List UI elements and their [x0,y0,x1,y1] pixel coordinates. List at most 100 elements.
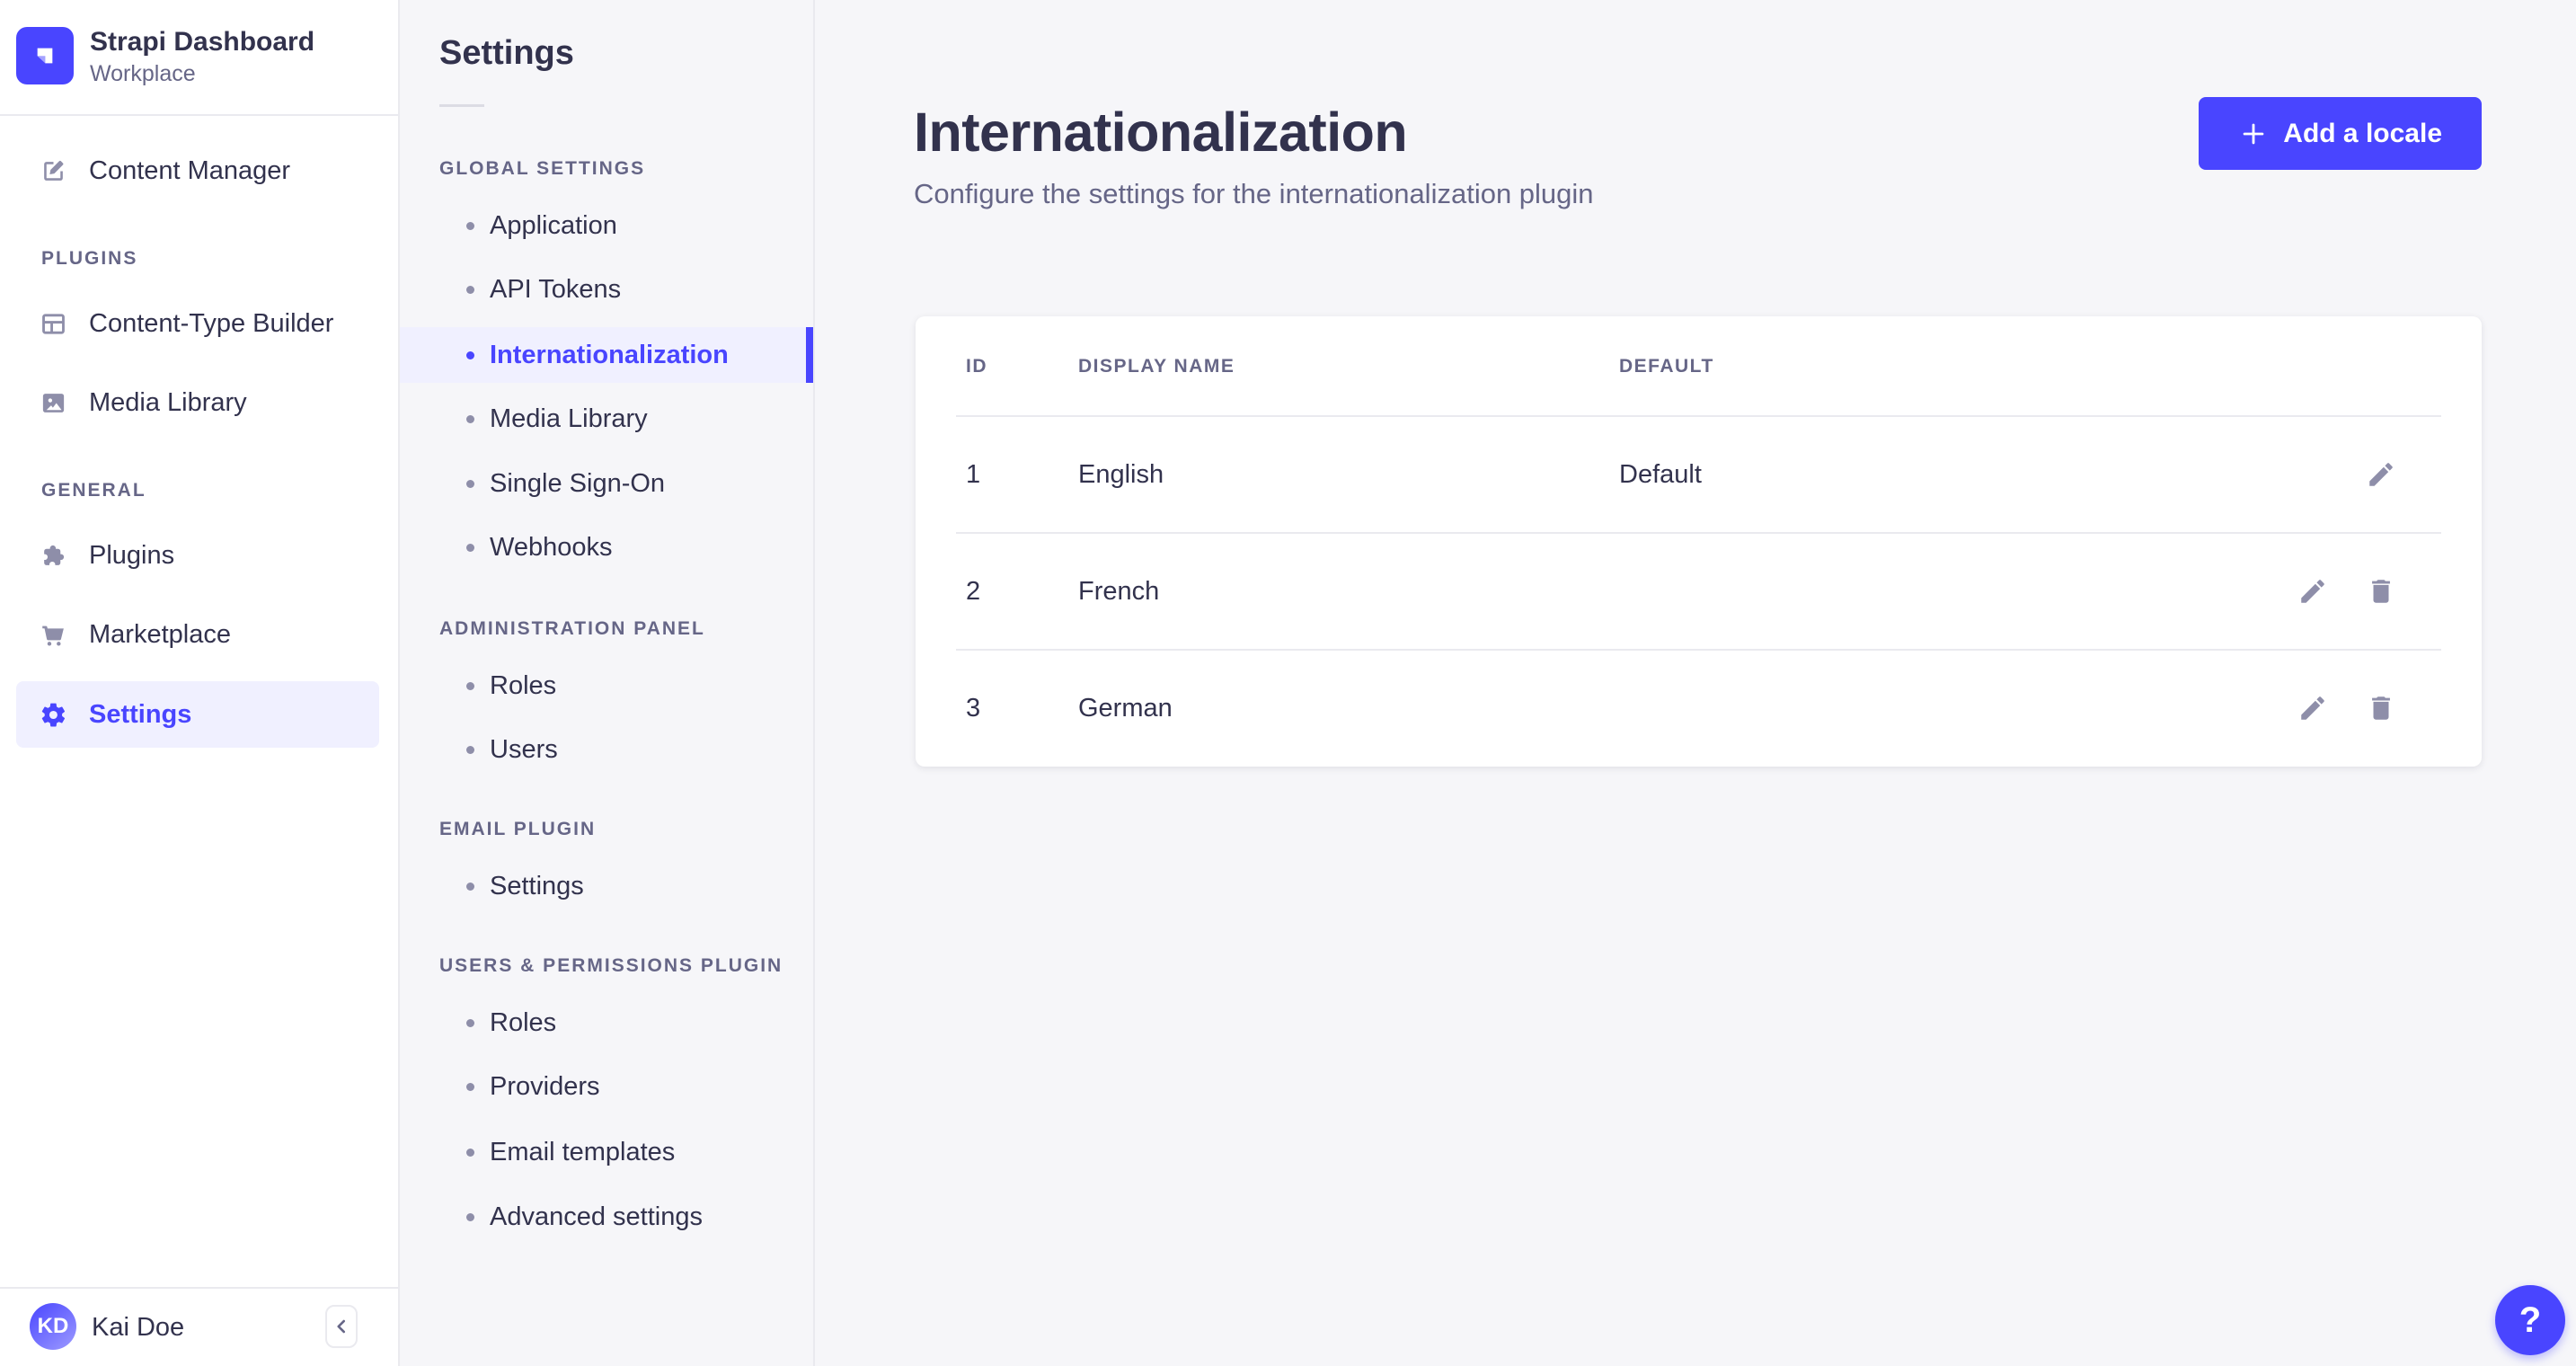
bullet-icon [466,414,474,423]
sidebar-item-label: Content Manager [89,155,291,185]
workspace-subtitle: Workplace [90,61,196,86]
add-locale-button[interactable]: Add a locale [2199,97,2482,170]
cell-display-name: German [1078,693,1173,723]
collapse-sidebar-button[interactable] [325,1305,358,1348]
bullet-icon [466,745,474,754]
subnav-item-label: Roles [490,1007,557,1037]
bullet-icon [466,1082,474,1091]
row-actions [2295,650,2399,767]
subnav-item-label: Advanced settings [490,1202,703,1231]
sidebar-item-content-type-builder[interactable]: Content-Type Builder [16,291,379,356]
bullet-icon [466,1148,474,1157]
cell-display-name: French [1078,576,1160,606]
subnav-item-media-library[interactable]: Media Library [400,391,813,447]
cell-id: 2 [966,576,981,606]
table-row-german[interactable]: 3 German [916,650,2482,767]
sidebar-item-marketplace[interactable]: Marketplace [16,602,379,667]
subnav-item-up-roles[interactable]: Roles [400,995,813,1051]
chevron-left-icon [337,1319,346,1334]
sidebar-item-label: Settings [89,699,192,729]
bullet-icon [466,543,474,552]
content-manager-icon [44,160,64,181]
subnav-section-users-permissions: USERS & PERMISSIONS PLUGIN [439,955,783,976]
subnav-item-email-templates[interactable]: Email templates [400,1124,813,1180]
sidebar-item-plugins[interactable]: Plugins [16,523,379,588]
settings-subnav: Settings GLOBAL SETTINGS Application API… [400,0,815,1366]
sidebar-section-general: GENERAL [41,480,146,501]
subnav-item-admin-users[interactable]: Users [400,722,813,777]
help-button[interactable]: ? [2495,1285,2565,1355]
sidebar-item-media-library[interactable]: Media Library [16,370,379,435]
subnav-item-email-settings[interactable]: Settings [400,858,813,914]
bullet-icon [466,681,474,690]
subnav-title-divider [439,104,484,107]
bullet-icon [466,1018,474,1027]
edit-locale-button[interactable] [2363,457,2399,492]
user-avatar[interactable]: KD [30,1303,76,1350]
subnav-section-administration-panel: ADMINISTRATION PANEL [439,618,705,639]
subnav-item-internationalization[interactable]: Internationalization [400,327,813,383]
subnav-item-providers[interactable]: Providers [400,1059,813,1114]
table-header-row: ID DISPLAY NAME DEFAULT [916,316,2482,416]
sidebar-footer-divider [0,1287,398,1289]
subnav-item-label: Webhooks [490,532,613,562]
subnav-item-label: Settings [490,871,584,900]
cell-default: Default [1619,459,1702,489]
subnav-title: Settings [439,34,574,72]
bullet-icon [466,882,474,891]
user-name: Kai Doe [92,1313,185,1342]
media-library-icon [42,393,65,412]
cell-id: 3 [966,693,981,723]
pencil-icon [2301,580,2324,603]
column-header-display-name: DISPLAY NAME [1078,355,1235,377]
sidebar-item-label: Content-Type Builder [89,308,334,338]
subnav-item-webhooks[interactable]: Webhooks [400,519,813,575]
subnav-item-label: API Tokens [490,274,622,304]
subnav-section-global-settings: GLOBAL SETTINGS [439,158,646,179]
sidebar-item-content-manager[interactable]: Content Manager [16,138,379,203]
subnav-item-label: Providers [490,1071,600,1101]
subnav-item-label: Single Sign-On [490,468,666,498]
plus-icon [2243,123,2264,144]
sidebar-item-label: Plugins [89,540,175,570]
subnav-item-api-tokens[interactable]: API Tokens [400,262,813,317]
subnav-item-admin-roles[interactable]: Roles [400,658,813,714]
sidebar-item-label: Media Library [89,387,247,417]
subnav-item-label: Application [490,210,617,240]
main-content: Internationalization Configure the setti… [815,0,2576,1366]
subnav-section-email-plugin: EMAIL PLUGIN [439,819,597,839]
table-row-french[interactable]: 2 French [916,533,2482,650]
strapi-logo-icon [16,27,74,84]
subnav-item-application[interactable]: Application [400,198,813,253]
column-header-id: ID [966,355,987,377]
delete-locale-button[interactable] [2363,690,2399,726]
gear-icon [41,703,66,726]
subnav-item-single-sign-on[interactable]: Single Sign-On [400,456,813,511]
row-actions [2363,416,2399,533]
delete-locale-button[interactable] [2363,573,2399,609]
app-root: Strapi Dashboard Workplace Content Manag… [0,0,2576,1366]
bullet-icon [466,285,474,294]
cell-display-name: English [1078,459,1164,489]
locales-table: ID DISPLAY NAME DEFAULT 1 English Defaul… [916,316,2482,767]
subnav-item-label: Roles [490,670,557,700]
workspace-brand[interactable]: Strapi Dashboard Workplace [0,0,398,116]
add-locale-label: Add a locale [2283,118,2442,148]
edit-locale-button[interactable] [2295,690,2331,726]
bullet-icon [466,479,474,488]
subnav-item-label: Internationalization [490,340,729,369]
bullet-icon [466,350,474,359]
trash-icon [2372,696,2390,720]
subnav-item-label: Users [490,734,558,764]
bullet-icon [466,1212,474,1221]
main-sidebar: Strapi Dashboard Workplace Content Manag… [0,0,400,1366]
bullet-icon [466,221,474,230]
page-subtitle: Configure the settings for the internati… [914,178,1594,209]
content-type-builder-icon [42,313,65,334]
table-row-english[interactable]: 1 English Default [916,416,2482,533]
sidebar-item-label: Marketplace [89,619,231,649]
edit-locale-button[interactable] [2295,573,2331,609]
sidebar-section-plugins: PLUGINS [41,248,138,269]
sidebar-item-settings[interactable]: Settings [16,681,379,748]
subnav-item-advanced-settings[interactable]: Advanced settings [400,1189,813,1245]
